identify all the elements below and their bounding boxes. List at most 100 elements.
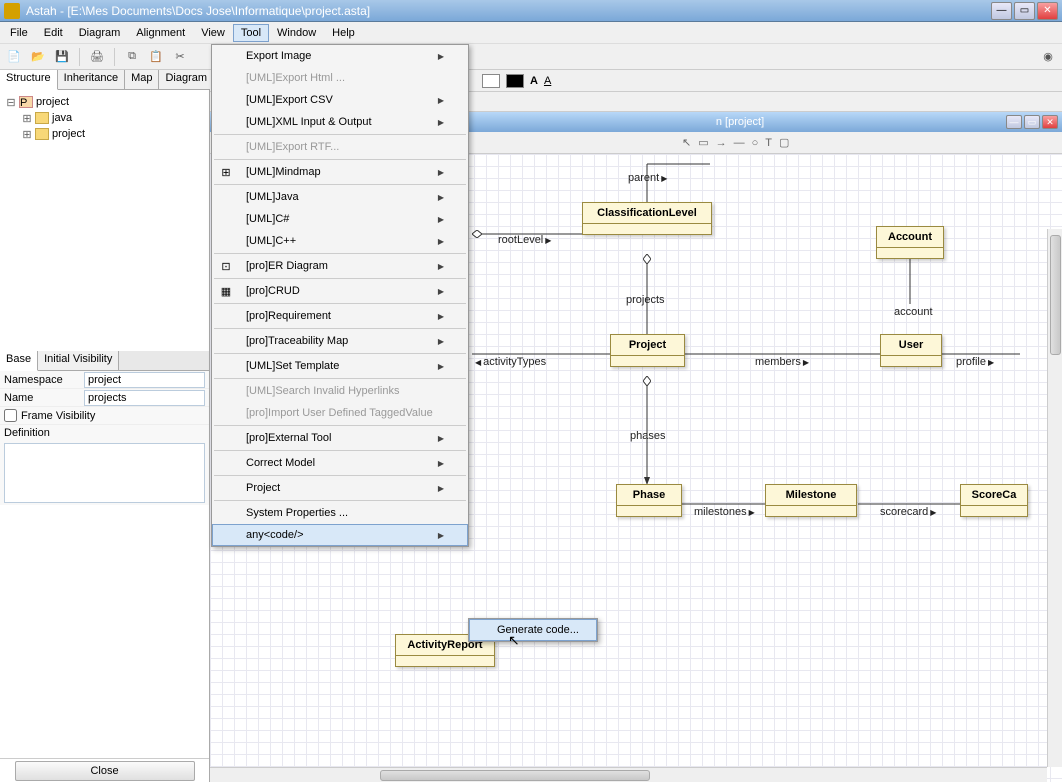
class-milestone[interactable]: Milestone xyxy=(765,484,857,517)
anycode-submenu: Generate code... xyxy=(468,618,598,642)
tab-base[interactable]: Base xyxy=(0,351,38,371)
menu-item[interactable]: [UML]C#▶ xyxy=(212,208,468,230)
menu-item[interactable]: Export Image▶ xyxy=(212,45,468,67)
menu-tool[interactable]: Tool xyxy=(233,24,269,42)
save-icon[interactable]: 💾 xyxy=(52,47,72,67)
copy-icon[interactable]: ⧉ xyxy=(122,47,142,67)
menu-item[interactable]: [pro]Requirement▶ xyxy=(212,305,468,327)
folder-icon xyxy=(35,112,49,124)
label-rootlevel: rootLevel xyxy=(498,234,551,246)
open-icon[interactable]: 📂 xyxy=(28,47,48,67)
folder-icon xyxy=(35,128,49,140)
tool-arrow-icon[interactable]: → xyxy=(714,137,729,149)
color-swatch[interactable] xyxy=(506,74,524,88)
cut-icon[interactable]: ✂ xyxy=(170,47,190,67)
doc-close-button[interactable]: ✕ xyxy=(1042,115,1058,129)
underline-icon[interactable]: A xyxy=(544,75,551,87)
generate-code-item[interactable]: Generate code... xyxy=(469,619,597,641)
menu-item[interactable]: System Properties ... xyxy=(212,502,468,524)
label-activitytypes: activityTypes xyxy=(475,356,546,368)
tab-map[interactable]: Map xyxy=(125,70,159,89)
menu-diagram[interactable]: Diagram xyxy=(71,24,129,42)
tree-item-java[interactable]: java xyxy=(52,112,72,124)
new-icon[interactable]: 📄 xyxy=(4,47,24,67)
tree-item-root[interactable]: project xyxy=(36,96,69,108)
submenu-arrow-icon: ▶ xyxy=(438,118,444,127)
menu-item[interactable]: [UML]C++▶ xyxy=(212,230,468,252)
label-projects: projects xyxy=(626,294,665,306)
class-account[interactable]: Account xyxy=(876,226,944,259)
menu-item[interactable]: Correct Model▶ xyxy=(212,452,468,474)
submenu-arrow-icon: ▶ xyxy=(438,362,444,371)
menu-item: [UML]Export RTF... xyxy=(212,136,468,158)
submenu-arrow-icon: ▶ xyxy=(438,287,444,296)
tool-select-icon[interactable]: ↖ xyxy=(680,136,693,149)
tab-initial-visibility[interactable]: Initial Visibility xyxy=(38,351,119,370)
class-phase[interactable]: Phase xyxy=(616,484,682,517)
maximize-button[interactable]: ▭ xyxy=(1014,2,1035,20)
tool-circle-icon[interactable]: ○ xyxy=(750,137,761,149)
menu-alignment[interactable]: Alignment xyxy=(128,24,193,42)
name-field[interactable]: projects xyxy=(84,390,205,406)
submenu-arrow-icon: ▶ xyxy=(438,337,444,346)
menu-edit[interactable]: Edit xyxy=(36,24,71,42)
tab-inheritance[interactable]: Inheritance xyxy=(58,70,125,89)
doc-maximize-button[interactable]: ▭ xyxy=(1024,115,1040,129)
help-icon[interactable]: ◉ xyxy=(1038,47,1058,67)
menu-item[interactable]: ⊞[UML]Mindmap▶ xyxy=(212,161,468,183)
window-title: Astah - [E:\Mes Documents\Docs Jose\Info… xyxy=(26,4,991,18)
class-classification-level[interactable]: ClassificationLevel xyxy=(582,202,712,235)
menu-help[interactable]: Help xyxy=(324,24,363,42)
horizontal-scrollbar[interactable] xyxy=(210,767,1047,782)
menu-file[interactable]: File xyxy=(2,24,36,42)
vertical-scrollbar[interactable] xyxy=(1047,229,1062,767)
submenu-arrow-icon: ▶ xyxy=(438,434,444,443)
submenu-arrow-icon: ▶ xyxy=(438,193,444,202)
menu-view[interactable]: View xyxy=(193,24,233,42)
frame-visibility-checkbox[interactable] xyxy=(4,409,17,422)
label-phases: phases xyxy=(630,430,665,442)
menu-item[interactable]: Project▶ xyxy=(212,477,468,499)
color-swatch[interactable] xyxy=(482,74,500,88)
tool-text-icon[interactable]: T xyxy=(763,137,774,149)
print-icon[interactable]: 🖨 xyxy=(87,47,107,67)
window-titlebar: Astah - [E:\Mes Documents\Docs Jose\Info… xyxy=(0,0,1062,22)
menu-item[interactable]: ▦[pro]CRUD▶ xyxy=(212,280,468,302)
class-project[interactable]: Project xyxy=(610,334,685,367)
class-user[interactable]: User xyxy=(880,334,942,367)
class-scorecard[interactable]: ScoreCa xyxy=(960,484,1028,517)
expand-icon[interactable]: ⊞ xyxy=(22,128,32,141)
project-tree[interactable]: ⊟ P project ⊞ java ⊞ project xyxy=(0,90,209,351)
submenu-arrow-icon: ▶ xyxy=(438,52,444,61)
label-scorecard: scorecard xyxy=(880,506,936,518)
close-button[interactable]: ✕ xyxy=(1037,2,1058,20)
properties-panel: Namespace project Name projects Frame Vi… xyxy=(0,371,209,505)
tool-class-icon[interactable]: ▭ xyxy=(696,136,710,149)
menu-window[interactable]: Window xyxy=(269,24,324,42)
tool-rect-icon[interactable]: ▢ xyxy=(777,136,791,149)
tab-diagram[interactable]: Diagram xyxy=(159,70,214,89)
menu-item[interactable]: any<code/>▶ xyxy=(212,524,468,546)
menu-item[interactable]: [UML]Export CSV▶ xyxy=(212,89,468,111)
menu-item[interactable]: [UML]XML Input & Output▶ xyxy=(212,111,468,133)
doc-minimize-button[interactable]: — xyxy=(1006,115,1022,129)
menu-item[interactable]: [pro]External Tool▶ xyxy=(212,427,468,449)
definition-field[interactable] xyxy=(4,443,205,503)
namespace-field[interactable]: project xyxy=(84,372,205,388)
tab-structure[interactable]: Structure xyxy=(0,70,58,90)
tool-line-icon[interactable]: — xyxy=(732,137,747,149)
collapse-icon[interactable]: ⊟ xyxy=(6,96,16,109)
menu-item[interactable]: [UML]Java▶ xyxy=(212,186,468,208)
expand-icon[interactable]: ⊞ xyxy=(22,112,32,125)
minimize-button[interactable]: — xyxy=(991,2,1012,20)
tree-item-project[interactable]: project xyxy=(52,128,85,140)
main-toolbar: 📄 📂 💾 🖨 ⧉ 📋 ✂ ◉ xyxy=(0,44,1062,70)
close-button-panel[interactable]: Close xyxy=(15,761,195,781)
menu-item[interactable]: [UML]Set Template▶ xyxy=(212,355,468,377)
name-label: Name xyxy=(4,392,84,404)
paste-icon[interactable]: 📋 xyxy=(146,47,166,67)
font-icon[interactable]: A xyxy=(530,75,538,87)
label-parent: parent xyxy=(628,172,667,184)
menu-item[interactable]: ⊡[pro]ER Diagram▶ xyxy=(212,255,468,277)
menu-item[interactable]: [pro]Traceability Map▶ xyxy=(212,330,468,352)
